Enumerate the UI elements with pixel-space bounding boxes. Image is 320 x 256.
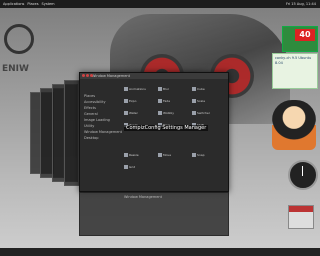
plugin-icon[interactable]: Fade — [158, 99, 188, 107]
logo-ring — [4, 24, 34, 54]
panel-clock[interactable]: Fri 15 Aug, 11:44 — [286, 2, 316, 6]
ccsm-window[interactable]: Window Management Places Accessibility E… — [79, 72, 229, 192]
plugin-icon[interactable]: Grid — [124, 165, 154, 173]
window-controls[interactable] — [82, 74, 93, 77]
plugin-icon[interactable]: Blur — [158, 87, 188, 95]
plugin-icon[interactable]: Expo — [124, 99, 154, 107]
plugin-icon[interactable]: Move — [158, 153, 188, 161]
calendar-widget — [288, 205, 314, 229]
menu-applications[interactable]: Applications — [3, 2, 24, 6]
sidebar: Places Accessibility Effects General Ima… — [84, 93, 122, 141]
plugin-icon[interactable]: Scale — [192, 99, 222, 107]
temperature-widget: 40 — [282, 26, 318, 52]
app-tooltip: CompizConfig Settings Manager — [124, 125, 209, 131]
plugin-icon[interactable]: Snap — [192, 153, 222, 161]
logo-text: ENIW — [2, 64, 29, 74]
lower-window-label: Window Management — [124, 195, 162, 199]
plugin-icon[interactable]: Cube — [192, 87, 222, 95]
note-widget: conky-ch 9.5 Ubuntu 8.04 — [272, 53, 318, 89]
plugin-icon[interactable]: Animations — [124, 87, 154, 95]
plugin-icon[interactable]: Resize — [124, 153, 154, 161]
menu-system[interactable]: System — [42, 2, 55, 6]
top-panel: Applications Places System Fri 15 Aug, 1… — [0, 0, 320, 8]
plugin-icon[interactable]: Water — [124, 111, 154, 119]
window-title: Window Management — [80, 73, 228, 79]
clock-widget — [288, 160, 318, 190]
bottom-panel — [0, 248, 320, 256]
lower-window[interactable]: Window Management — [79, 192, 229, 236]
sidebar-item[interactable]: Desktop — [84, 135, 120, 141]
plugin-icon[interactable]: Switcher — [192, 111, 222, 119]
plugin-icon[interactable]: Wobbly — [158, 111, 188, 119]
temperature-value: 40 — [295, 29, 315, 41]
character-widget — [272, 100, 316, 150]
menu-places[interactable]: Places — [27, 2, 38, 6]
